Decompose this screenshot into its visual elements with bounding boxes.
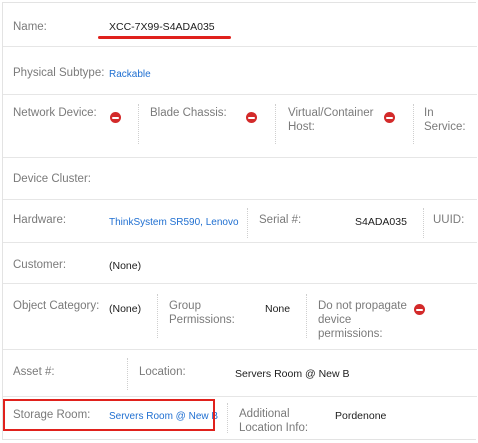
row-flags: Network Device: Blade Chassis: Virtual/C… [3, 95, 477, 158]
do-not-propagate-remove-icon[interactable] [414, 304, 425, 315]
name-value: XCC-7X99-S4ADA035 [109, 21, 215, 33]
do-not-propagate-label-line1: Do not propagate [318, 300, 407, 312]
highlight-underline [98, 36, 231, 39]
customer-value: (None) [109, 260, 142, 272]
divider [127, 358, 128, 390]
asset-label: Asset #: [13, 366, 55, 378]
virtual-host-remove-icon[interactable] [384, 112, 395, 123]
physical-subtype-link[interactable]: Rackable [109, 68, 151, 81]
name-label: Name: [13, 21, 47, 33]
row-hardware: Hardware: ThinkSystem SR590, Lenovo Seri… [3, 200, 477, 243]
divider [413, 104, 414, 144]
divider [275, 104, 276, 144]
serial-label: Serial #: [259, 214, 302, 226]
row-device-cluster: Device Cluster: [3, 158, 477, 200]
additional-location-value: Pordenone [335, 410, 387, 422]
highlight-box [3, 399, 215, 431]
divider [306, 294, 307, 338]
object-category-label: Object Category: [13, 300, 100, 312]
row-customer: Customer: (None) [3, 243, 477, 284]
device-cluster-label: Device Cluster: [13, 173, 91, 185]
row-physical-subtype: Physical Subtype: Rackable [3, 47, 477, 95]
do-not-propagate-label-line3: permissions: [318, 328, 383, 340]
location-value: Servers Room @ New B [235, 368, 350, 380]
divider [138, 104, 139, 144]
device-details-panel: Name: XCC-7X99-S4ADA035 Physical Subtype… [2, 2, 477, 440]
object-category-value: (None) [109, 303, 142, 315]
virtual-host-label-line1: Virtual/Container [288, 107, 374, 119]
virtual-host-label-line2: Host: [288, 121, 315, 133]
in-service-label: In Service: [424, 107, 466, 133]
additional-location-label-line2: Location Info: [239, 422, 309, 434]
divider [227, 403, 228, 433]
divider [247, 208, 248, 238]
physical-subtype-label: Physical Subtype: [13, 67, 105, 79]
group-permissions-label-line1: Group [169, 300, 201, 312]
blade-chassis-label: Blade Chassis: [150, 107, 227, 119]
serial-value: S4ADA035 [355, 216, 407, 228]
customer-label: Customer: [13, 259, 67, 271]
uuid-label: UUID: [433, 214, 465, 226]
additional-location-label-line1: Additional [239, 408, 290, 420]
group-permissions-label-line2: Permissions: [169, 314, 235, 326]
row-permissions: Object Category: (None) Group Permission… [3, 284, 477, 350]
blade-chassis-remove-icon[interactable] [246, 112, 257, 123]
location-label: Location: [139, 366, 186, 378]
hardware-label: Hardware: [13, 214, 67, 226]
divider [423, 208, 424, 238]
network-device-remove-icon[interactable] [110, 112, 121, 123]
row-name: Name: XCC-7X99-S4ADA035 [3, 3, 477, 47]
row-location: Asset #: Location: Servers Room @ New B [3, 350, 477, 397]
network-device-label: Network Device: [13, 107, 97, 119]
do-not-propagate-label-line2: device [318, 314, 352, 326]
group-permissions-value: None [265, 303, 291, 315]
divider [157, 294, 158, 338]
hardware-link[interactable]: ThinkSystem SR590, Lenovo [109, 216, 239, 229]
